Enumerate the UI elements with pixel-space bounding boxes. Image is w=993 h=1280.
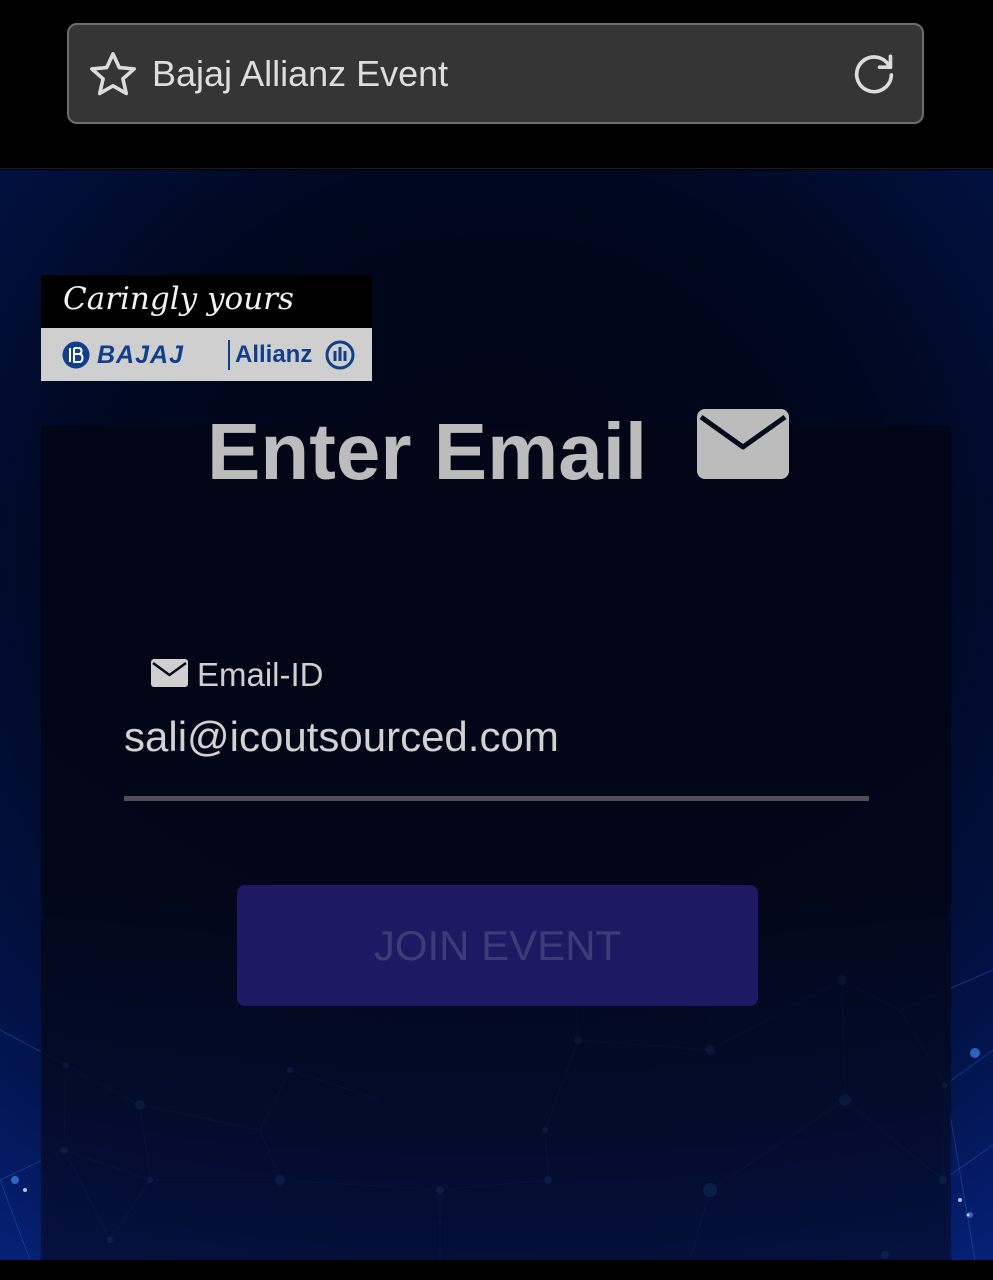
bottom-strip <box>0 1260 993 1280</box>
envelope-icon <box>151 659 188 687</box>
reload-icon[interactable] <box>848 49 900 101</box>
bajaj-emblem-icon <box>62 341 90 369</box>
brand-name: BAJAJ <box>97 341 184 369</box>
logo-tagline-band: Caringly yours <box>41 275 372 328</box>
logo-divider <box>228 340 230 370</box>
join-event-button[interactable]: JOIN EVENT <box>237 885 758 1006</box>
email-field[interactable] <box>124 705 869 769</box>
bajaj-allianz-logo: Caringly yours BAJAJ Allianz <box>41 275 372 381</box>
email-field-label: Email-ID <box>197 656 324 693</box>
envelope-icon <box>697 409 789 479</box>
logo-brand-band: BAJAJ Allianz <box>41 328 372 381</box>
email-field-underline <box>124 796 869 801</box>
browser-toolbar: Bajaj Allianz Event <box>0 0 993 169</box>
login-card <box>41 426 951 1260</box>
star-outline-icon[interactable] <box>86 48 140 102</box>
allianz-emblem-icon <box>325 340 355 370</box>
logo-tagline: Caringly yours <box>63 281 294 317</box>
form-heading: Enter Email <box>207 407 648 496</box>
partner-name: Allianz <box>235 341 313 368</box>
page-title: Bajaj Allianz Event <box>152 53 449 94</box>
